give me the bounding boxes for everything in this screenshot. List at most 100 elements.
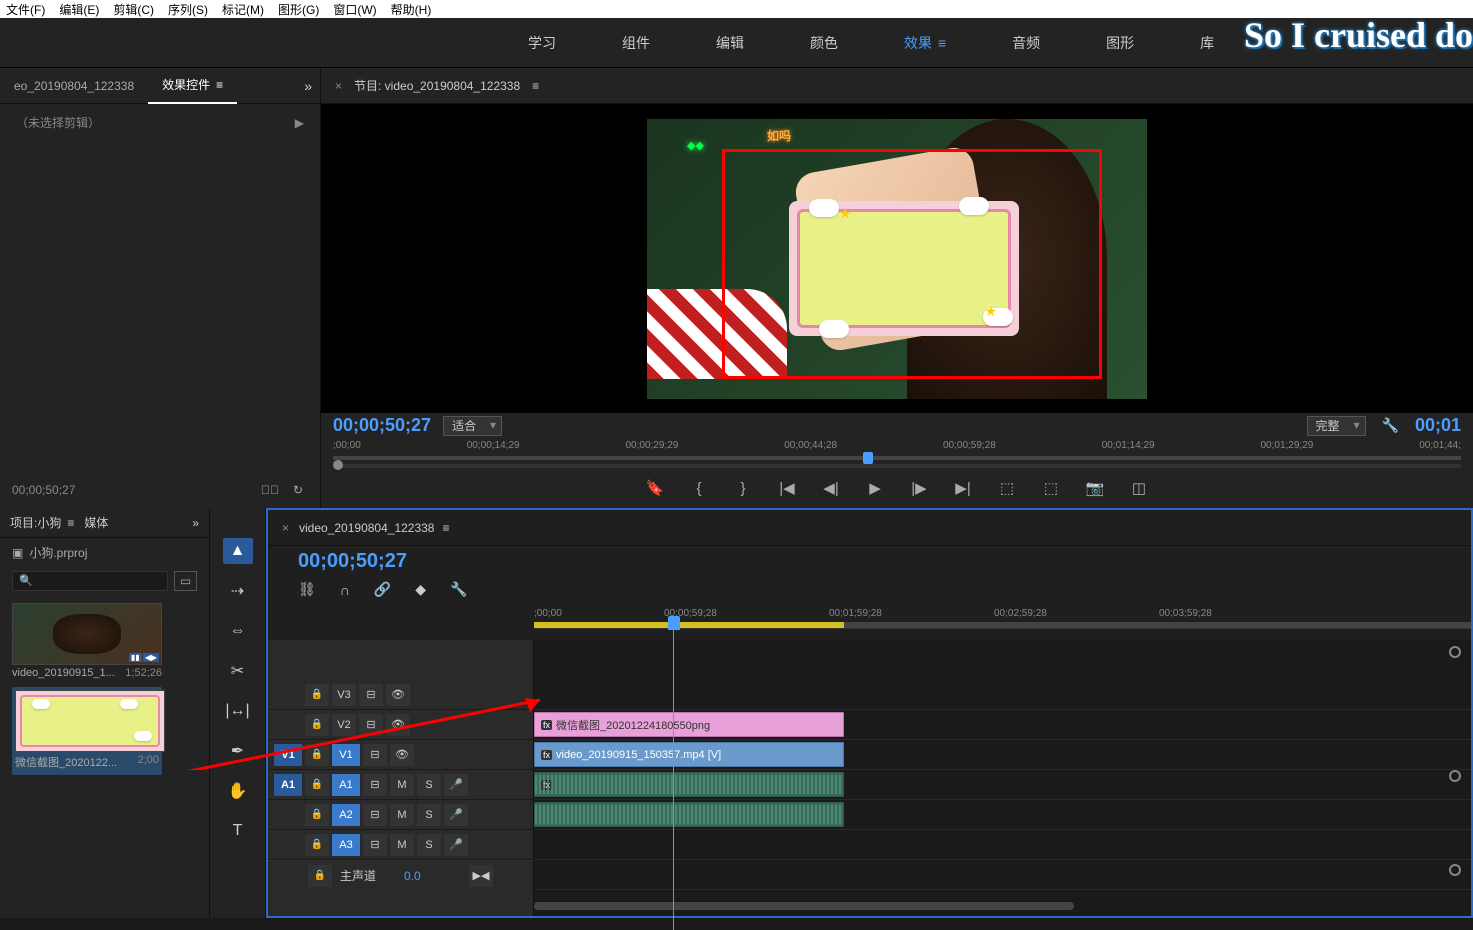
fx-timecode[interactable]: 00;00;50;27 — [12, 483, 252, 497]
clip-png[interactable]: fx 微信截图_20201224180550png — [534, 712, 844, 737]
eye-icon[interactable]: 👁 — [390, 744, 414, 766]
ws-assembly[interactable]: 组件 — [614, 27, 658, 59]
sync-lock-icon[interactable]: ⊟ — [363, 744, 387, 766]
lane-v2[interactable]: fx 微信截图_20201224180550png — [534, 710, 1471, 740]
panel-expand-icon[interactable]: » — [304, 78, 312, 94]
clip-audio-a2[interactable] — [534, 802, 844, 827]
ws-learn[interactable]: 学习 — [520, 27, 564, 59]
sync-lock-icon[interactable]: ⊟ — [363, 774, 387, 796]
magnet-icon[interactable]: ∩ — [340, 582, 350, 598]
linked-selection-icon[interactable]: 🔗 — [374, 581, 391, 598]
track-label[interactable]: A1 — [332, 774, 360, 796]
menu-clip[interactable]: 剪辑(C) — [113, 1, 154, 18]
new-bin-icon[interactable]: ▭ — [174, 571, 197, 591]
selection-tool[interactable]: ▲ — [223, 538, 253, 564]
lock-icon[interactable] — [305, 834, 329, 856]
menu-graphic[interactable]: 图形(G) — [278, 1, 319, 18]
mute-button[interactable]: M — [390, 834, 414, 856]
ws-graphics[interactable]: 图形 — [1098, 27, 1142, 59]
zoom-handle[interactable] — [333, 460, 343, 470]
sequence-close-icon[interactable]: × — [282, 521, 289, 535]
track-label[interactable]: V1 — [332, 744, 360, 766]
media-browser-tab[interactable]: 媒体 — [84, 514, 108, 531]
track-label[interactable]: V2 — [332, 714, 356, 736]
project-search-input[interactable] — [12, 571, 168, 591]
track-header-a2[interactable]: A2 ⊟ M S 🎤 — [268, 800, 533, 830]
mark-in-icon[interactable]: { — [689, 478, 709, 498]
razor-tool[interactable]: ✂ — [223, 658, 253, 684]
play-only-icon[interactable]: ▶⃝ — [260, 480, 280, 500]
scroll-handle-mid[interactable] — [1449, 770, 1461, 782]
mute-button[interactable]: M — [390, 774, 414, 796]
program-playhead[interactable] — [863, 452, 873, 464]
ripple-edit-tool[interactable]: ⇔ — [223, 618, 253, 644]
effect-controls-tab[interactable]: 效果控件 — [148, 68, 237, 104]
extract-icon[interactable]: ⬚ — [1041, 478, 1061, 498]
lane-a2[interactable] — [534, 800, 1471, 830]
lane-v1[interactable]: fx video_20190915_150357.mp4 [V] — [534, 740, 1471, 770]
clip-video[interactable]: fx video_20190915_150357.mp4 [V] — [534, 742, 844, 767]
settings-wrench-icon[interactable]: 🔧 — [1382, 417, 1399, 434]
chevron-right-icon[interactable]: ▶ — [295, 116, 304, 130]
project-item-png[interactable]: 微信截图_2020122...2;00 — [12, 687, 162, 775]
step-back-icon[interactable]: ◀| — [821, 478, 841, 498]
lane-a3[interactable] — [534, 830, 1471, 860]
lock-icon[interactable] — [305, 714, 329, 736]
ws-audio[interactable]: 音频 — [1004, 27, 1048, 59]
lock-icon[interactable] — [305, 684, 329, 706]
settings-icon[interactable]: 🔧 — [450, 581, 467, 598]
track-select-tool[interactable]: ⇢ — [223, 578, 253, 604]
program-scrubber[interactable]: ;00;00 00;00;14;29 00;00;29;29 00;00;44;… — [333, 438, 1461, 468]
lock-icon[interactable] — [308, 865, 332, 887]
ws-color[interactable]: 颜色 — [802, 27, 846, 59]
solo-button[interactable]: S — [417, 774, 441, 796]
panel-expand-icon[interactable]: » — [192, 516, 199, 530]
mute-button[interactable]: M — [390, 804, 414, 826]
go-to-in-icon[interactable]: |◀ — [777, 478, 797, 498]
hand-tool[interactable]: ✋ — [223, 778, 253, 804]
voice-over-icon[interactable]: 🎤 — [444, 804, 468, 826]
scroll-handle-bottom[interactable] — [1449, 864, 1461, 876]
clip-audio-a1[interactable]: fx — [534, 772, 844, 797]
horizontal-zoom-bar[interactable] — [534, 902, 1074, 910]
track-header-v3[interactable]: V3 ⊟ 👁 — [268, 680, 533, 710]
master-track[interactable]: 主声道 0.0 ▶◀ — [268, 860, 533, 890]
ws-library[interactable]: 库 — [1192, 27, 1222, 59]
program-close-icon[interactable]: × — [335, 79, 342, 93]
sequence-menu-icon[interactable]: ≡ — [442, 521, 449, 535]
pen-tool[interactable]: ✒ — [223, 738, 253, 764]
timeline-ruler[interactable]: ;00;00 00;00;59;28 00;01;59;28 00;02;59;… — [534, 606, 1471, 640]
lane-master[interactable] — [534, 860, 1471, 890]
lock-icon[interactable] — [305, 804, 329, 826]
source-v1[interactable]: V1 — [274, 744, 302, 766]
ws-editing[interactable]: 编辑 — [708, 27, 752, 59]
source-a1[interactable]: A1 — [274, 774, 302, 796]
comparison-icon[interactable]: ◫ — [1129, 478, 1149, 498]
lift-icon[interactable]: ⬚ — [997, 478, 1017, 498]
timeline-playhead[interactable] — [668, 616, 680, 630]
program-video[interactable]: ◆◆ 如吗 ★ ★ — [321, 104, 1473, 413]
markers-icon[interactable]: ◆ — [415, 581, 426, 598]
snap-icon[interactable]: ⛓ — [298, 581, 316, 598]
export-frame-icon[interactable]: 📷 — [1085, 478, 1105, 498]
lock-icon[interactable] — [305, 744, 329, 766]
track-label[interactable]: A2 — [332, 804, 360, 826]
track-header-v2[interactable]: V2 ⊟ 👁 — [268, 710, 533, 740]
master-volume[interactable]: 0.0 — [404, 869, 421, 883]
solo-button[interactable]: S — [417, 804, 441, 826]
track-label[interactable]: V3 — [332, 684, 356, 706]
track-label[interactable]: A3 — [332, 834, 360, 856]
solo-button[interactable]: S — [417, 834, 441, 856]
project-menu-icon[interactable]: ≡ — [67, 516, 74, 530]
menu-file[interactable]: 文件(F) — [6, 1, 45, 18]
slip-tool[interactable]: |↔| — [223, 698, 253, 724]
menu-marker[interactable]: 标记(M) — [222, 1, 264, 18]
eye-icon[interactable]: 👁 — [386, 714, 410, 736]
track-header-a3[interactable]: A3 ⊟ M S 🎤 — [268, 830, 533, 860]
mark-out-icon[interactable]: } — [733, 478, 753, 498]
sync-lock-icon[interactable]: ⊟ — [363, 804, 387, 826]
sync-lock-icon[interactable]: ⊟ — [359, 684, 383, 706]
sync-lock-icon[interactable]: ⊟ — [363, 834, 387, 856]
play-icon[interactable]: ▶ — [865, 478, 885, 498]
program-timecode[interactable]: 00;00;50;27 — [333, 415, 431, 436]
